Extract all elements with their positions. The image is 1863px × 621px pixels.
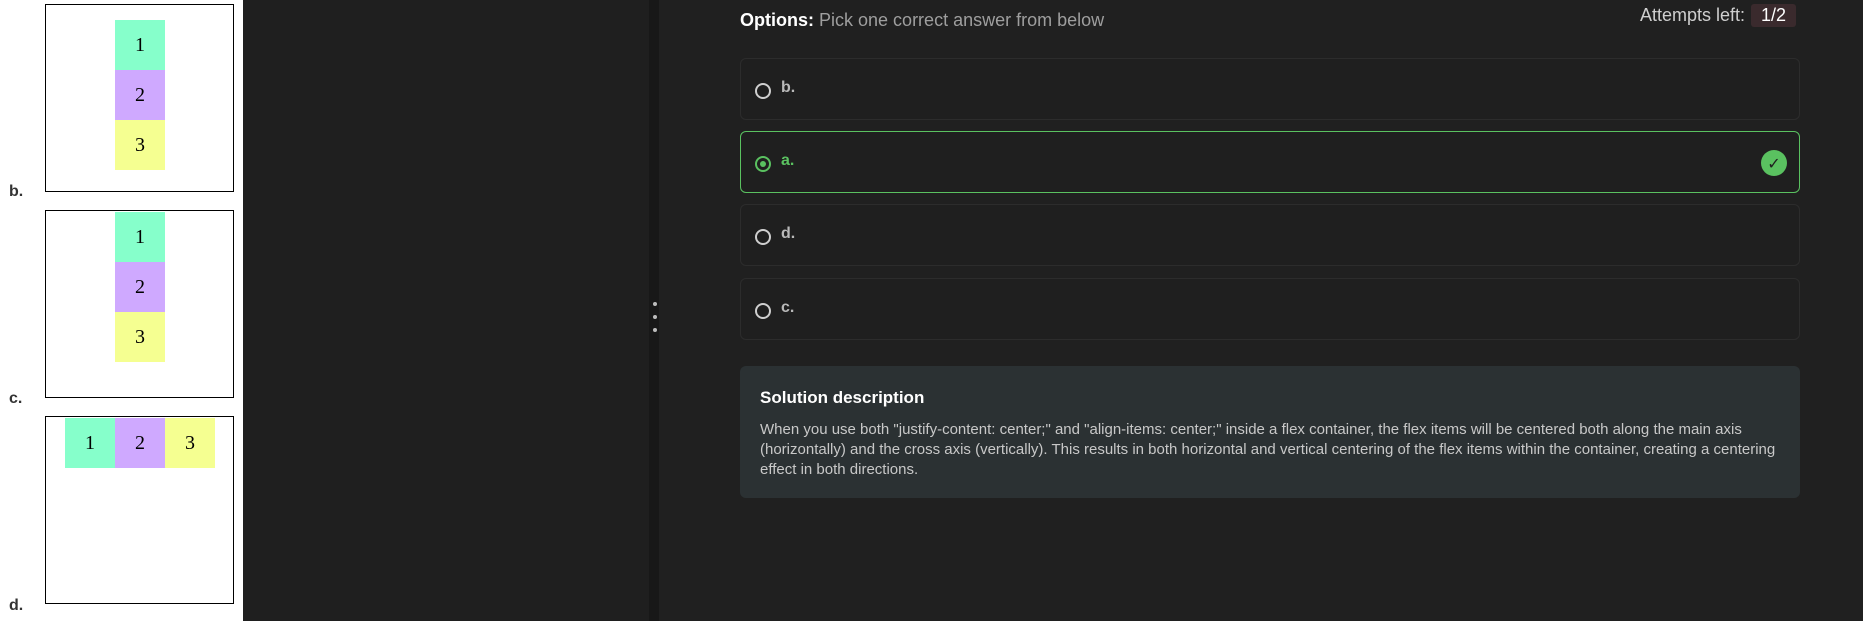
radio-button[interactable] (755, 303, 771, 319)
demo-cell-1: 1 (65, 418, 115, 468)
options-hint: Pick one correct answer from below (819, 10, 1105, 30)
options-preview-panel: 1 2 3 b. 1 2 3 c. 1 2 3 d. (0, 0, 243, 621)
demo-cell-3: 3 (115, 312, 165, 362)
answer-label: d. (781, 225, 796, 242)
demo-cell-2: 2 (115, 262, 165, 312)
answer-label: a. (781, 152, 795, 169)
radio-button-selected[interactable] (755, 156, 771, 172)
middle-pane (243, 0, 649, 621)
option-label-d: d. (9, 597, 24, 614)
option-label-c: c. (9, 390, 23, 407)
check-circle-icon: ✓ (1761, 150, 1787, 176)
options-header: Options: Pick one correct answer from be… (740, 10, 1104, 31)
demo-cell-1: 1 (115, 20, 165, 70)
options-title: Options: (740, 10, 814, 30)
attempts-badge: 1/2 (1751, 3, 1797, 27)
attempts-indicator: Attempts left: 1/2 (1640, 3, 1797, 27)
answer-option-a[interactable]: a. ✓ (740, 131, 1800, 193)
solution-description: Solution description When you use both "… (740, 366, 1800, 498)
demo-box-b: 1 2 3 (45, 4, 234, 192)
option-label-b: b. (9, 183, 24, 200)
answer-option-c[interactable]: c. (740, 278, 1800, 340)
demo-box-d: 1 2 3 (45, 416, 234, 604)
drag-handle-icon[interactable] (653, 302, 657, 341)
demo-box-c: 1 2 3 (45, 210, 234, 398)
demo-cell-2: 2 (115, 70, 165, 120)
demo-cell-2: 2 (115, 418, 165, 468)
answer-label: c. (781, 299, 795, 316)
demo-cell-3: 3 (165, 418, 215, 468)
solution-title: Solution description (760, 388, 925, 407)
answer-option-b[interactable]: b. (740, 58, 1800, 120)
demo-cell-3: 3 (115, 120, 165, 170)
attempts-label: Attempts left: (1640, 4, 1746, 25)
solution-text: When you use both "justify-content: cent… (760, 421, 1776, 478)
answer-label: b. (781, 79, 796, 96)
radio-button[interactable] (755, 83, 771, 99)
radio-button[interactable] (755, 229, 771, 245)
answer-option-d[interactable]: d. (740, 204, 1800, 266)
demo-cell-1: 1 (115, 212, 165, 262)
